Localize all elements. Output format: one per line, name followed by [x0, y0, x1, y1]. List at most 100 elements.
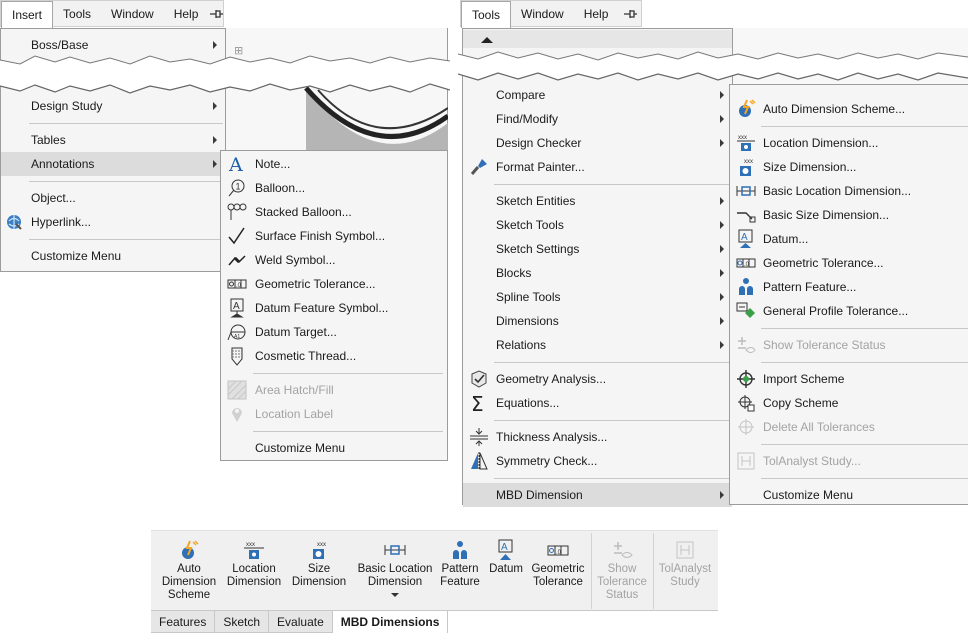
menu-item-import-scheme[interactable]: Import Scheme [730, 367, 968, 391]
menu-tools[interactable]: Tools [53, 1, 101, 26]
general-profile-tolerance-icon [736, 301, 756, 321]
menu-item-auto-dimension-scheme[interactable]: Auto Dimension Scheme... [730, 97, 968, 121]
menu-item-customize-menu[interactable]: Customize Menu [1, 244, 225, 268]
surface-finish-icon [227, 226, 247, 246]
cosmetic-thread-icon [227, 346, 247, 366]
menu-item-find-modify[interactable]: Find/Modify [463, 107, 732, 131]
geometric-tolerance-icon: .0 [736, 253, 756, 273]
menu-item-location-dimension[interactable]: xxx Location Dimension... [730, 131, 968, 155]
annotations-submenu: A Note... 1 Balloon... Stacked Balloon..… [220, 150, 448, 461]
datum-icon: A [485, 539, 527, 561]
ribbon-geometric-tolerance[interactable]: .0 Geometric Tolerance [529, 539, 587, 589]
auto-dimension-scheme-icon [155, 539, 223, 561]
menu-window[interactable]: Window [101, 1, 164, 26]
menu-item-show-tolerance-status[interactable]: Show Tolerance Status [730, 333, 968, 357]
tab-features[interactable]: Features [151, 611, 216, 633]
basic-location-dimension-icon [736, 181, 756, 201]
svg-text:xxx: xxx [317, 542, 326, 548]
menu-item-location-label[interactable]: Location Label [221, 402, 447, 426]
svg-text:xxx: xxx [246, 542, 255, 548]
menu-help-right[interactable]: Help [574, 1, 619, 26]
tab-sketch[interactable]: Sketch [215, 611, 270, 633]
menu-item-geometric-tolerance-mbd[interactable]: .0 Geometric Tolerance... [730, 251, 968, 275]
stacked-balloon-icon [227, 202, 247, 222]
delete-all-tolerances-icon [736, 417, 756, 437]
menu-item-basic-location-dimension[interactable]: Basic Location Dimension... [730, 179, 968, 203]
menu-window-right[interactable]: Window [511, 1, 574, 26]
menu-item-design-study[interactable]: Design Study [1, 94, 225, 118]
svg-text:.0: .0 [744, 262, 750, 268]
menu-item-delete-all-tolerances[interactable]: Delete All Tolerances [730, 415, 968, 439]
ribbon-show-tolerance-status[interactable]: Show Tolerance Status [593, 539, 651, 602]
menu-help[interactable]: Help [164, 1, 209, 26]
ribbon-size-dimension[interactable]: xxx Size Dimension [287, 539, 351, 589]
menu-item-geometric-tolerance[interactable]: .0 Geometric Tolerance... [221, 272, 447, 296]
format-painter-icon [469, 157, 489, 177]
menu-item-mbd-dimension[interactable]: MBD Dimension [463, 483, 732, 507]
menu-tools-right[interactable]: Tools [461, 0, 512, 28]
menu-item-datum[interactable]: A Datum... [730, 227, 968, 251]
menu-item-thickness-analysis[interactable]: Thickness Analysis... [463, 425, 732, 449]
svg-text:A: A [228, 154, 243, 174]
menu-item-balloon[interactable]: 1 Balloon... [221, 176, 447, 200]
menu-item-surface-finish[interactable]: Surface Finish Symbol... [221, 224, 447, 248]
menu-item-area-hatch[interactable]: Area Hatch/Fill [221, 378, 447, 402]
menu-item-copy-scheme[interactable]: Copy Scheme [730, 391, 968, 415]
tab-evaluate[interactable]: Evaluate [269, 611, 333, 633]
menu-item-compare[interactable]: Compare [463, 83, 732, 107]
ribbon-location-dimension[interactable]: xxx Location Dimension [223, 539, 285, 589]
datum-icon: A [736, 229, 756, 249]
svg-text:A: A [233, 301, 240, 312]
menu-item-geometry-analysis[interactable]: Geometry Analysis... [463, 367, 732, 391]
menu-item-tolanalyst-study[interactable]: TolAnalyst Study... [730, 449, 968, 473]
menu-item-format-painter[interactable]: Format Painter... [463, 155, 732, 179]
ribbon-auto-dimension-scheme[interactable]: Auto Dimension Scheme [155, 539, 223, 602]
ribbon-basic-location-dimension[interactable]: Basic Location Dimension [353, 539, 437, 598]
menu-item-sketch-settings[interactable]: Sketch Settings [463, 237, 732, 261]
menu-item-sketch-tools[interactable]: Sketch Tools [463, 213, 732, 237]
menu-item-basic-size-dimension[interactable]: Basic Size Dimension... [730, 203, 968, 227]
tab-mbd-dimensions[interactable]: MBD Dimensions [332, 611, 449, 633]
menu-item-size-dimension[interactable]: xxx Size Dimension... [730, 155, 968, 179]
menu-item-stacked-balloon[interactable]: Stacked Balloon... [221, 200, 447, 224]
menu-item-datum-target[interactable]: A1 Datum Target... [221, 320, 447, 344]
svg-text:A1: A1 [234, 334, 240, 340]
mbd-dimension-submenu: Auto Dimension Scheme... xxx Location Di… [729, 84, 968, 505]
menu-item-pattern-feature[interactable]: Pattern Feature... [730, 275, 968, 299]
pin-icon[interactable] [208, 1, 224, 26]
menu-item-datum-feature[interactable]: A Datum Feature Symbol... [221, 296, 447, 320]
command-manager-tabs: Features Sketch Evaluate MBD Dimensions [151, 610, 718, 634]
menu-item-sketch-entities[interactable]: Sketch Entities [463, 189, 732, 213]
tolanalyst-study-icon [655, 539, 715, 561]
menu-item-blocks[interactable]: Blocks [463, 261, 732, 285]
ribbon-tolanalyst-study[interactable]: TolAnalyst Study [655, 539, 715, 589]
menu-item-general-profile-tolerance[interactable]: General Profile Tolerance... [730, 299, 968, 323]
ribbon-label: Show Tolerance Status [597, 563, 647, 601]
ribbon-label: Location Dimension [226, 563, 282, 588]
show-tolerance-status-icon [736, 335, 756, 355]
menu-item-weld-symbol[interactable]: Weld Symbol... [221, 248, 447, 272]
menu-item-object[interactable]: Object... [1, 186, 225, 210]
menu-insert[interactable]: Insert [1, 0, 54, 28]
mbd-ribbon-toolbar: Auto Dimension Scheme xxx Location Dimen… [151, 530, 718, 610]
ribbon-datum[interactable]: A Datum [485, 539, 527, 576]
pin-icon-right[interactable] [618, 1, 641, 26]
menu-item-relations[interactable]: Relations [463, 333, 732, 357]
menu-item-equations[interactable]: Σ Equations... [463, 391, 732, 415]
menu-item-customize-menu-mbd[interactable]: Customize Menu [730, 483, 968, 507]
menu-item-tables[interactable]: Tables [1, 128, 225, 152]
thickness-analysis-icon [469, 427, 489, 447]
menu-item-hyperlink[interactable]: Hyperlink... [1, 210, 225, 234]
menu-item-symmetry-check[interactable]: Symmetry Check... [463, 449, 732, 473]
menu-item-note[interactable]: A Note... [221, 152, 447, 176]
menu-item-annotations[interactable]: Annotations [1, 152, 225, 176]
pattern-feature-icon [736, 277, 756, 297]
ribbon-pattern-feature[interactable]: Pattern Feature [435, 539, 485, 589]
menu-item-design-checker[interactable]: Design Checker [463, 131, 732, 155]
menu-item-dimensions[interactable]: Dimensions [463, 309, 732, 333]
menu-item-customize-menu-annotations[interactable]: Customize Menu [221, 436, 447, 460]
tools-menu: Compare Find/Modify Design Checker Forma… [462, 28, 733, 507]
menu-item-spline-tools[interactable]: Spline Tools [463, 285, 732, 309]
dropdown-arrow-icon[interactable] [391, 593, 399, 598]
menu-item-cosmetic-thread[interactable]: Cosmetic Thread... [221, 344, 447, 368]
